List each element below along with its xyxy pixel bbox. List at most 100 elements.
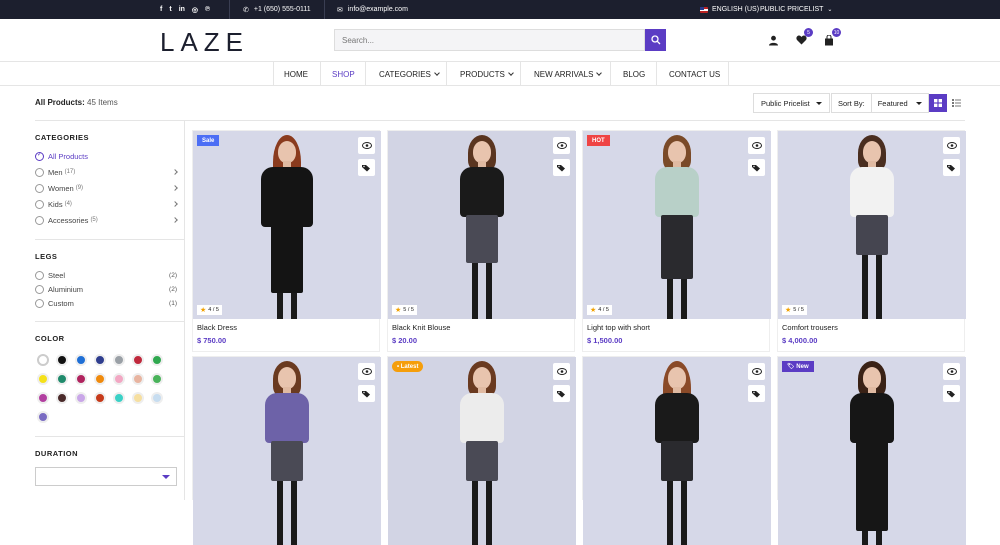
color-swatch[interactable] — [75, 373, 87, 385]
chevron-right-icon[interactable] — [172, 201, 178, 207]
grid-view-button[interactable] — [929, 94, 947, 112]
list-view-button[interactable] — [947, 94, 965, 112]
product-card[interactable] — [192, 356, 381, 545]
cart-button[interactable]: 10 — [822, 28, 841, 47]
product-card[interactable]: ★ 5 / 5 Black Knit Blouse $ 20.00 — [387, 130, 576, 352]
nav-blog[interactable]: BLOG — [623, 62, 645, 86]
color-swatch[interactable] — [75, 354, 87, 366]
chevron-right-icon[interactable] — [172, 217, 178, 223]
product-card[interactable] — [582, 356, 771, 545]
linkedin-icon[interactable]: in — [179, 6, 185, 13]
nav-categories[interactable]: CATEGORIES — [379, 62, 440, 86]
search-input[interactable]: Search... — [334, 29, 645, 51]
product-name[interactable]: Light top with short — [587, 323, 650, 332]
duration-select[interactable] — [35, 467, 177, 486]
product-image[interactable]: ★ 5 / 5 — [778, 131, 966, 319]
quick-view-button[interactable] — [748, 363, 765, 380]
divider — [365, 62, 366, 86]
quick-view-button[interactable] — [358, 363, 375, 380]
color-swatch[interactable] — [94, 392, 106, 404]
sort-dropdown[interactable]: Sort By: Featured — [831, 93, 929, 113]
color-swatch[interactable] — [37, 392, 49, 404]
quick-view-button[interactable] — [553, 137, 570, 154]
color-swatch[interactable] — [56, 354, 68, 366]
color-swatch[interactable] — [113, 373, 125, 385]
color-swatch[interactable] — [94, 354, 106, 366]
product-image[interactable]: • Latest — [388, 357, 576, 545]
pinterest-icon[interactable]: ℗ — [205, 6, 210, 13]
nav-new-arrivals[interactable]: NEW ARRIVALS — [534, 62, 603, 86]
product-image[interactable]: Sale ★ 4 / 5 — [193, 131, 381, 319]
category-accessories[interactable]: Accessories (5) — [35, 214, 178, 226]
model-figure — [832, 131, 912, 319]
category-men[interactable]: Men (17) — [35, 166, 178, 178]
phone-link[interactable]: ✆ +1 (650) 555-0111 — [243, 0, 311, 19]
product-card[interactable]: ★ 5 / 5 Comfort trousers $ 4,000.00 — [777, 130, 966, 352]
quick-view-button[interactable] — [943, 363, 960, 380]
quick-view-button[interactable] — [358, 137, 375, 154]
legs-steel[interactable]: Steel (2) — [35, 269, 177, 281]
product-card[interactable]: Sale ★ 4 / 5 Black Dress $ 750.00 — [192, 130, 381, 352]
twitter-icon[interactable]: t — [169, 6, 171, 13]
compare-button[interactable] — [553, 385, 570, 402]
logo[interactable]: LAZE — [160, 27, 249, 58]
compare-button[interactable] — [943, 159, 960, 176]
search-button[interactable] — [645, 29, 666, 51]
product-name[interactable]: Black Dress — [197, 323, 237, 332]
account-button[interactable] — [766, 33, 780, 47]
quick-view-button[interactable] — [748, 137, 765, 154]
color-swatch[interactable] — [75, 392, 87, 404]
product-image[interactable] — [193, 357, 381, 545]
color-swatch[interactable] — [132, 392, 144, 404]
nav-shop[interactable]: SHOP — [332, 62, 355, 86]
compare-button[interactable] — [358, 385, 375, 402]
legs-aluminium[interactable]: Aluminium (2) — [35, 283, 177, 295]
product-image[interactable]: ★ 5 / 5 — [388, 131, 576, 319]
color-swatch[interactable] — [113, 354, 125, 366]
color-swatch[interactable] — [56, 373, 68, 385]
product-name[interactable]: Black Knit Blouse — [392, 323, 450, 332]
product-image[interactable]: 🏷 New — [778, 357, 966, 545]
product-card[interactable]: • Latest — [387, 356, 576, 545]
product-image[interactable]: HOT ★ 4 / 5 — [583, 131, 771, 319]
color-swatch[interactable] — [132, 373, 144, 385]
color-swatch[interactable] — [37, 411, 49, 423]
compare-button[interactable] — [748, 159, 765, 176]
color-swatch[interactable] — [132, 354, 144, 366]
color-swatch[interactable] — [56, 392, 68, 404]
compare-button[interactable] — [358, 159, 375, 176]
color-swatch[interactable] — [151, 392, 163, 404]
pricelist-selector[interactable]: PUBLIC PRICELIST ⌄ — [760, 0, 832, 19]
category-kids[interactable]: Kids (4) — [35, 198, 178, 210]
quick-view-button[interactable] — [943, 137, 960, 154]
category-all-products[interactable]: All Products — [35, 150, 177, 162]
nav-home[interactable]: HOME — [284, 62, 308, 86]
color-swatch[interactable] — [94, 373, 106, 385]
color-swatch[interactable] — [151, 354, 163, 366]
compare-button[interactable] — [553, 159, 570, 176]
facebook-icon[interactable]: f — [160, 6, 162, 13]
nav-products[interactable]: PRODUCTS — [460, 62, 514, 86]
color-swatch[interactable] — [37, 354, 49, 366]
category-women[interactable]: Women (9) — [35, 182, 178, 194]
nav-contact-us[interactable]: CONTACT US — [669, 62, 720, 86]
color-swatch[interactable] — [113, 392, 125, 404]
product-card[interactable]: 🏷 New — [777, 356, 966, 545]
wishlist-button[interactable]: 5 — [794, 28, 813, 47]
chevron-right-icon[interactable] — [172, 185, 178, 191]
color-swatch[interactable] — [37, 373, 49, 385]
quick-view-button[interactable] — [553, 363, 570, 380]
color-swatch[interactable] — [151, 373, 163, 385]
language-selector[interactable]: ENGLISH (US) ⌄ — [700, 0, 768, 19]
product-card[interactable]: HOT ★ 4 / 5 Light top with short $ 1,500.00 — [582, 130, 771, 352]
product-name[interactable]: Comfort trousers — [782, 323, 838, 332]
instagram-icon[interactable]: ◎ — [192, 6, 198, 14]
product-image[interactable] — [583, 357, 771, 545]
legs-custom[interactable]: Custom (1) — [35, 297, 177, 309]
pricelist-dropdown[interactable]: Public Pricelist — [753, 93, 830, 113]
compare-button[interactable] — [943, 385, 960, 402]
chevron-right-icon[interactable] — [172, 169, 178, 175]
compare-button[interactable] — [748, 385, 765, 402]
product-count-value: 45 Items — [87, 98, 118, 107]
email-link[interactable]: ✉ info@example.com — [337, 0, 408, 19]
